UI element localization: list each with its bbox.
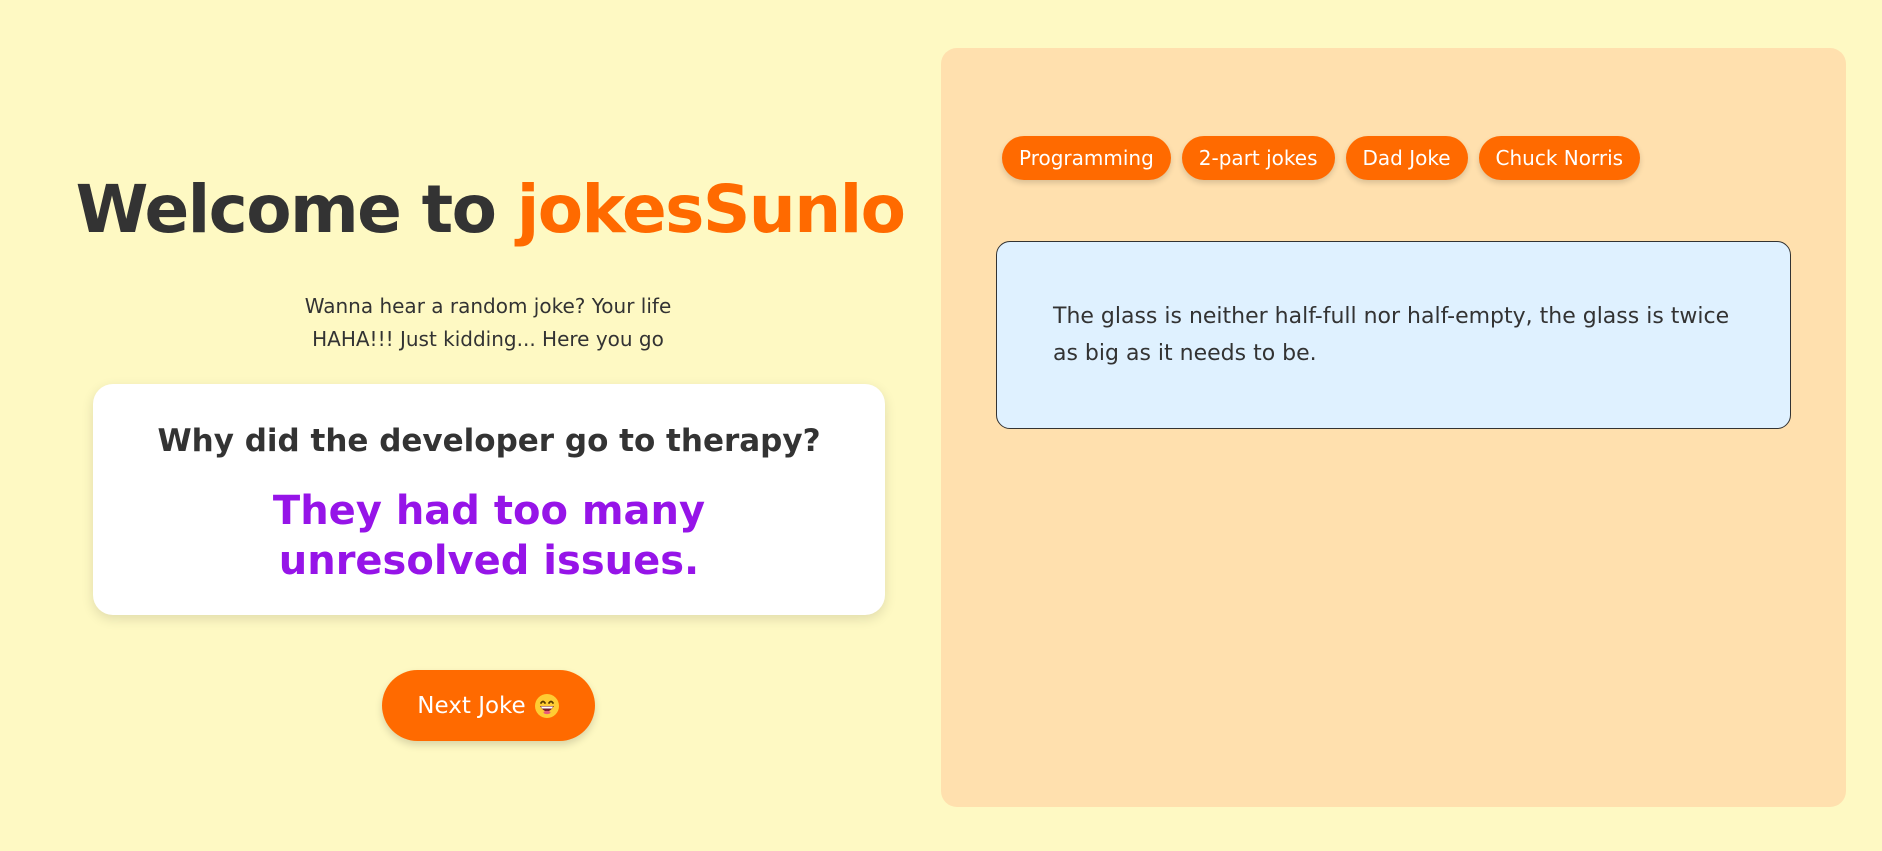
joke-display-box: The glass is neither half-full nor half-… [996, 241, 1791, 429]
next-joke-label: Next Joke [417, 692, 526, 719]
left-column: Welcome to jokesSunlo Wanna hear a rando… [0, 0, 940, 851]
category-chip-chuck-norris[interactable]: Chuck Norris [1478, 136, 1641, 180]
category-chip-programming[interactable]: Programming [1002, 136, 1171, 180]
joke-card: Why did the developer go to therapy? The… [93, 384, 885, 615]
page-title: Welcome to jokesSunlo [0, 170, 980, 250]
jokes-panel: Programming 2-part jokes Dad Joke Chuck … [941, 48, 1846, 807]
subtitle: Wanna hear a random joke? Your life HAHA… [288, 290, 688, 356]
joke-setup: Why did the developer go to therapy? [157, 423, 821, 459]
category-chips: Programming 2-part jokes Dad Joke Chuck … [1002, 136, 1641, 180]
next-joke-button[interactable]: Next Joke [382, 670, 595, 741]
subtitle-line-1: Wanna hear a random joke? Your life [304, 294, 672, 318]
subtitle-line-2: HAHA!!! Just kidding... Here you go [312, 327, 664, 351]
joke-delivery: They had too many unresolved issues. [272, 488, 706, 584]
welcome-prefix: Welcome to [75, 171, 517, 248]
category-chip-two-part[interactable]: 2-part jokes [1181, 136, 1335, 180]
category-chip-dad-joke[interactable]: Dad Joke [1345, 136, 1468, 180]
grinning-face-icon [534, 693, 560, 719]
brand-name: jokesSunlo [516, 171, 906, 248]
joke-text: The glass is neither half-full nor half-… [1053, 304, 1730, 366]
